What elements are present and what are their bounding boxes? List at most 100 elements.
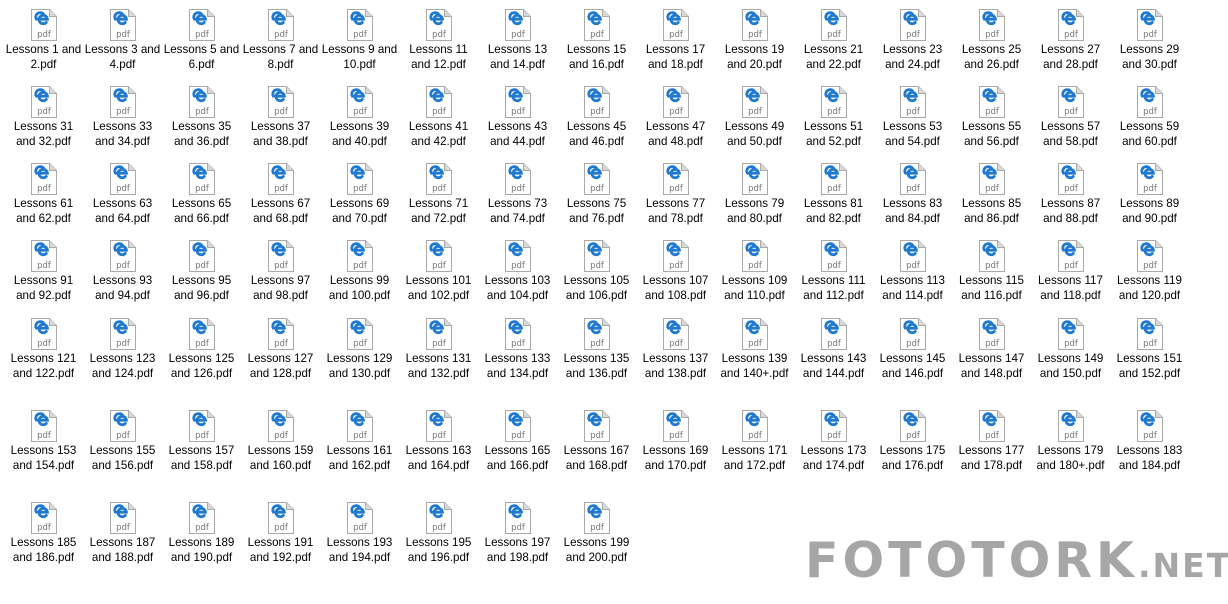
file-item[interactable]: pdf Lessons 31 and 32.pdf (5, 86, 82, 149)
page-fold (759, 318, 767, 326)
file-item[interactable]: pdf Lessons 9 and 10.pdf (321, 9, 398, 72)
file-item[interactable]: pdf Lessons 185 and 186.pdf (5, 502, 82, 565)
file-item[interactable]: pdf Lessons 125 and 126.pdf (163, 318, 240, 381)
file-item[interactable]: pdf Lessons 7 and 8.pdf (242, 9, 319, 72)
file-item[interactable]: pdf Lessons 197 and 198.pdf (479, 502, 556, 565)
file-item[interactable]: pdf Lessons 61 and 62.pdf (5, 163, 82, 226)
file-item[interactable]: pdf Lessons 75 and 76.pdf (558, 163, 635, 226)
file-item[interactable]: pdf Lessons 69 and 70.pdf (321, 163, 398, 226)
file-item[interactable]: pdf Lessons 139 and 140+.pdf (716, 318, 793, 381)
file-item[interactable]: pdf Lessons 173 and 174.pdf (795, 410, 872, 473)
file-item[interactable]: pdf Lessons 179 and 180+.pdf (1032, 410, 1109, 473)
file-item[interactable]: pdf Lessons 147 and 148.pdf (953, 318, 1030, 381)
file-item[interactable]: pdf Lessons 135 and 136.pdf (558, 318, 635, 381)
file-item[interactable]: pdf Lessons 109 and 110.pdf (716, 240, 793, 303)
file-item[interactable]: pdf Lessons 177 and 178.pdf (953, 410, 1030, 473)
file-item[interactable]: pdf Lessons 57 and 58.pdf (1032, 86, 1109, 149)
file-item[interactable]: pdf Lessons 137 and 138.pdf (637, 318, 714, 381)
file-item[interactable]: pdf Lessons 199 and 200.pdf (558, 502, 635, 565)
file-item[interactable]: pdf Lessons 163 and 164.pdf (400, 410, 477, 473)
file-item[interactable]: pdf Lessons 153 and 154.pdf (5, 410, 82, 473)
file-item[interactable]: pdf Lessons 29 and 30.pdf (1111, 9, 1188, 72)
file-item[interactable]: pdf Lessons 151 and 152.pdf (1111, 318, 1188, 381)
file-item[interactable]: pdf Lessons 47 and 48.pdf (637, 86, 714, 149)
file-item[interactable]: pdf Lessons 127 and 128.pdf (242, 318, 319, 381)
file-item[interactable]: pdf Lessons 157 and 158.pdf (163, 410, 240, 473)
file-item[interactable]: pdf Lessons 161 and 162.pdf (321, 410, 398, 473)
file-item[interactable]: pdf Lessons 93 and 94.pdf (84, 240, 161, 303)
file-item[interactable]: pdf Lessons 89 and 90.pdf (1111, 163, 1188, 226)
file-item[interactable]: pdf Lessons 35 and 36.pdf (163, 86, 240, 149)
file-item[interactable]: pdf Lessons 79 and 80.pdf (716, 163, 793, 226)
file-item[interactable]: pdf Lessons 165 and 166.pdf (479, 410, 556, 473)
file-item[interactable]: pdf Lessons 97 and 98.pdf (242, 240, 319, 303)
file-item[interactable]: pdf Lessons 183 and 184.pdf (1111, 410, 1188, 473)
file-item[interactable]: pdf Lessons 43 and 44.pdf (479, 86, 556, 149)
file-item[interactable]: pdf Lessons 117 and 118.pdf (1032, 240, 1109, 303)
file-item[interactable]: pdf Lessons 167 and 168.pdf (558, 410, 635, 473)
file-item[interactable]: pdf Lessons 65 and 66.pdf (163, 163, 240, 226)
file-item[interactable]: pdf Lessons 111 and 112.pdf (795, 240, 872, 303)
file-item[interactable]: pdf Lessons 133 and 134.pdf (479, 318, 556, 381)
file-item[interactable]: pdf Lessons 19 and 20.pdf (716, 9, 793, 72)
file-item[interactable]: pdf Lessons 25 and 26.pdf (953, 9, 1030, 72)
file-item[interactable]: pdf Lessons 149 and 150.pdf (1032, 318, 1109, 381)
file-item[interactable]: pdf Lessons 59 and 60.pdf (1111, 86, 1188, 149)
file-item[interactable]: pdf Lessons 187 and 188.pdf (84, 502, 161, 565)
file-item[interactable]: pdf Lessons 37 and 38.pdf (242, 86, 319, 149)
file-item[interactable]: pdf Lessons 23 and 24.pdf (874, 9, 951, 72)
file-item[interactable]: pdf Lessons 41 and 42.pdf (400, 86, 477, 149)
file-item[interactable]: pdf Lessons 15 and 16.pdf (558, 9, 635, 72)
file-item[interactable]: pdf Lessons 155 and 156.pdf (84, 410, 161, 473)
file-item[interactable]: pdf Lessons 11 and 12.pdf (400, 9, 477, 72)
file-item[interactable]: pdf Lessons 191 and 192.pdf (242, 502, 319, 565)
file-item[interactable]: pdf Lessons 83 and 84.pdf (874, 163, 951, 226)
file-item[interactable]: pdf Lessons 53 and 54.pdf (874, 86, 951, 149)
file-item[interactable]: pdf Lessons 87 and 88.pdf (1032, 163, 1109, 226)
file-item[interactable]: pdf Lessons 45 and 46.pdf (558, 86, 635, 149)
file-item[interactable]: pdf Lessons 129 and 130.pdf (321, 318, 398, 381)
file-item[interactable]: pdf Lessons 195 and 196.pdf (400, 502, 477, 565)
file-item[interactable]: pdf Lessons 131 and 132.pdf (400, 318, 477, 381)
file-item[interactable]: pdf Lessons 51 and 52.pdf (795, 86, 872, 149)
file-item[interactable]: pdf Lessons 107 and 108.pdf (637, 240, 714, 303)
file-item[interactable]: pdf Lessons 123 and 124.pdf (84, 318, 161, 381)
file-item[interactable]: pdf Lessons 49 and 50.pdf (716, 86, 793, 149)
file-item[interactable]: pdf Lessons 21 and 22.pdf (795, 9, 872, 72)
file-item[interactable]: pdf Lessons 193 and 194.pdf (321, 502, 398, 565)
file-item[interactable]: pdf Lessons 175 and 176.pdf (874, 410, 951, 473)
file-item[interactable]: pdf Lessons 63 and 64.pdf (84, 163, 161, 226)
file-item[interactable]: pdf Lessons 55 and 56.pdf (953, 86, 1030, 149)
file-item[interactable]: pdf Lessons 67 and 68.pdf (242, 163, 319, 226)
file-item[interactable]: pdf Lessons 33 and 34.pdf (84, 86, 161, 149)
file-item[interactable]: pdf Lessons 27 and 28.pdf (1032, 9, 1109, 72)
file-item[interactable]: pdf Lessons 101 and 102.pdf (400, 240, 477, 303)
file-item[interactable]: pdf Lessons 189 and 190.pdf (163, 502, 240, 565)
file-item[interactable]: pdf Lessons 143 and 144.pdf (795, 318, 872, 381)
file-item[interactable]: pdf Lessons 71 and 72.pdf (400, 163, 477, 226)
file-item[interactable]: pdf Lessons 119 and 120.pdf (1111, 240, 1188, 303)
file-item[interactable]: pdf Lessons 105 and 106.pdf (558, 240, 635, 303)
file-item[interactable]: pdf Lessons 121 and 122.pdf (5, 318, 82, 381)
file-item[interactable]: pdf Lessons 5 and 6.pdf (163, 9, 240, 72)
file-item[interactable]: pdf Lessons 91 and 92.pdf (5, 240, 82, 303)
edge-pdf-file-icon: pdf (583, 86, 610, 118)
file-item[interactable]: pdf Lessons 99 and 100.pdf (321, 240, 398, 303)
file-item[interactable]: pdf Lessons 13 and 14.pdf (479, 9, 556, 72)
file-item[interactable]: pdf Lessons 39 and 40.pdf (321, 86, 398, 149)
file-item[interactable]: pdf Lessons 145 and 146.pdf (874, 318, 951, 381)
file-item[interactable]: pdf Lessons 115 and 116.pdf (953, 240, 1030, 303)
file-item[interactable]: pdf Lessons 171 and 172.pdf (716, 410, 793, 473)
file-item[interactable]: pdf Lessons 159 and 160.pdf (242, 410, 319, 473)
file-item[interactable]: pdf Lessons 169 and 170.pdf (637, 410, 714, 473)
file-item[interactable]: pdf Lessons 95 and 96.pdf (163, 240, 240, 303)
file-item[interactable]: pdf Lessons 113 and 114.pdf (874, 240, 951, 303)
file-item[interactable]: pdf Lessons 85 and 86.pdf (953, 163, 1030, 226)
file-item[interactable]: pdf Lessons 103 and 104.pdf (479, 240, 556, 303)
file-item[interactable]: pdf Lessons 73 and 74.pdf (479, 163, 556, 226)
file-item[interactable]: pdf Lessons 77 and 78.pdf (637, 163, 714, 226)
file-item[interactable]: pdf Lessons 1 and 2.pdf (5, 9, 82, 72)
file-item[interactable]: pdf Lessons 17 and 18.pdf (637, 9, 714, 72)
file-item[interactable]: pdf Lessons 81 and 82.pdf (795, 163, 872, 226)
file-item[interactable]: pdf Lessons 3 and 4.pdf (84, 9, 161, 72)
